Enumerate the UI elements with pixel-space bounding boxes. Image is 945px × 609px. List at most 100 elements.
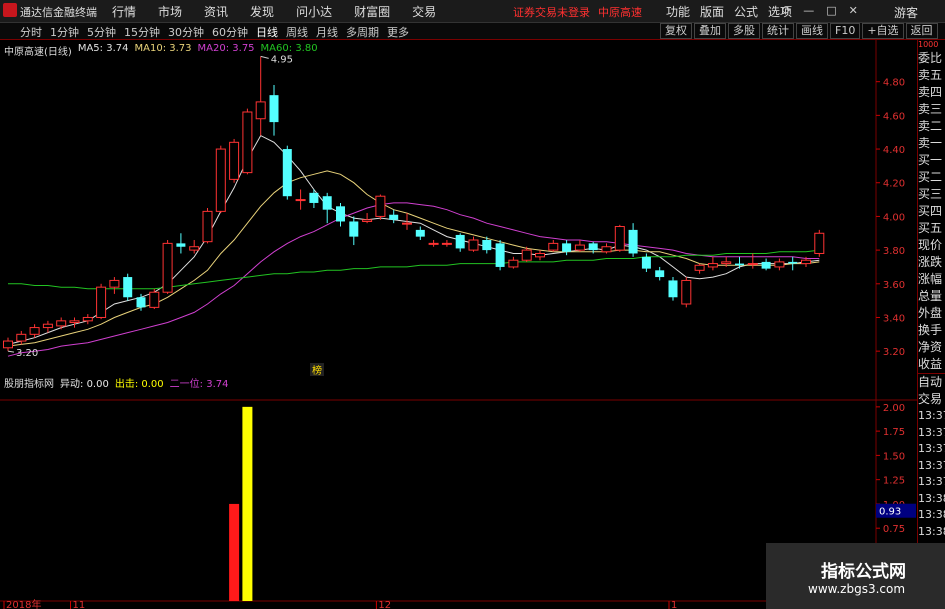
panel-label: 卖四 — [918, 85, 943, 99]
panel-label: 卖五 — [918, 68, 943, 82]
x-tick-label: 12 — [378, 600, 391, 609]
indicator-legend-item: 二一位: 3.74 — [169, 379, 229, 390]
indicator-legend-item: 出击: 0.00 — [114, 379, 164, 390]
period-tab-8[interactable]: 月线 — [316, 24, 338, 40]
ma-name: MA20 — [197, 43, 226, 54]
menu-item-1[interactable]: 市场 — [158, 3, 182, 20]
status-text-1: 中原高速 — [598, 6, 642, 19]
period-tab-7[interactable]: 周线 — [286, 24, 308, 40]
period-tab-3[interactable]: 15分钟 — [124, 24, 160, 40]
ma-value: 3.74 — [106, 43, 129, 54]
tool-button-3[interactable]: 统计 — [762, 23, 794, 39]
period-tab-0[interactable]: 分时 — [20, 24, 42, 40]
tool-button-4[interactable]: 画线 — [796, 23, 828, 39]
low-label: 3.20 — [16, 348, 38, 359]
ind-y-tick-label: 1.25 — [883, 476, 905, 487]
candle-body — [389, 214, 399, 220]
ma-value: 3.75 — [232, 43, 255, 54]
period-tab-1[interactable]: 1分钟 — [50, 24, 79, 40]
indicator-item-value: 0.00 — [141, 379, 164, 390]
panel-label: 外盘 — [918, 306, 943, 320]
candle-body — [3, 340, 13, 349]
candle-body — [681, 279, 692, 305]
candle-body — [295, 199, 306, 202]
candle-body — [428, 242, 439, 245]
tool-button-2[interactable]: 多股 — [728, 23, 760, 39]
refresh-icon[interactable]: ⟳ — [782, 4, 791, 17]
watermark-badge: 指标公式网 www.zbgs3.com — [766, 543, 945, 609]
candle-body — [641, 256, 651, 269]
ind-y-tick-label: 1.75 — [883, 427, 905, 438]
app-logo-icon — [3, 3, 17, 17]
indicator-bar — [229, 503, 240, 601]
right-menu-item-1[interactable]: 版面 — [700, 3, 724, 20]
candle-body — [801, 259, 811, 265]
period-tab-5[interactable]: 60分钟 — [212, 24, 248, 40]
menu-item-2[interactable]: 资讯 — [204, 3, 228, 20]
panel-label: 涨幅 — [918, 272, 943, 286]
candle-body — [176, 243, 186, 247]
candle-body — [721, 261, 732, 265]
panel-label: 卖二 — [918, 119, 943, 133]
candle-body — [747, 263, 758, 266]
y-tick-label: 4.00 — [883, 212, 905, 223]
period-tab-9[interactable]: 多周期 — [346, 24, 379, 40]
candle-body — [548, 242, 559, 251]
panel-top-label: 1000 — [918, 40, 939, 49]
ind-y-tick-label: 2.00 — [883, 403, 905, 414]
menu-item-5[interactable]: 财富圈 — [354, 3, 390, 20]
panel-label: 买二 — [918, 170, 943, 184]
close-icon[interactable]: ✕ — [849, 4, 858, 17]
menu-item-6[interactable]: 交易 — [412, 3, 436, 20]
panel-label: 交易 — [918, 392, 943, 406]
panel-label: 自动 — [918, 373, 945, 391]
tool-button-0[interactable]: 复权 — [660, 23, 692, 39]
period-tab-2[interactable]: 5分钟 — [87, 24, 116, 40]
main-legend: 中原高速(日线) MA5: 3.74 MA10: 3.73 MA20: 3.75 MA6… — [4, 43, 318, 58]
indicator-legend-item: 异动: 0.00 — [60, 379, 109, 390]
ma-legend-ma10: MA10: 3.73 — [134, 43, 192, 54]
candle-body — [415, 229, 425, 237]
y-tick-label: 4.80 — [883, 78, 905, 89]
guest-label[interactable]: 游客 — [894, 4, 918, 21]
tool-button-1[interactable]: 叠加 — [694, 23, 726, 39]
right-menu-item-2[interactable]: 公式 — [734, 3, 758, 20]
menu-item-0[interactable]: 行情 — [112, 3, 136, 20]
tool-button-6[interactable]: +自选 — [862, 23, 904, 39]
candle-body — [242, 111, 253, 174]
period-tab-6[interactable]: 日线 — [256, 24, 278, 40]
period-tab-4[interactable]: 30分钟 — [168, 24, 204, 40]
ma-name: MA60 — [260, 43, 289, 54]
panel-label: 涨跌 — [918, 255, 943, 269]
status-text-0: 证券交易未登录 — [513, 6, 590, 19]
y-tick-label: 4.40 — [883, 145, 905, 156]
candle-body — [735, 263, 744, 266]
candle-body — [202, 210, 213, 243]
candle-body — [761, 261, 771, 269]
candle-body — [362, 219, 373, 222]
panel-label: 13:38 — [918, 524, 945, 538]
candle-body — [402, 222, 412, 225]
candle-body — [269, 95, 279, 123]
period-tab-10[interactable]: 更多 — [387, 24, 409, 40]
tool-button-7[interactable]: 返回 — [905, 23, 938, 39]
tool-button-5[interactable]: F10 — [830, 23, 861, 39]
ma-name: MA10 — [134, 43, 163, 54]
candle-body — [814, 232, 825, 254]
candle-body — [109, 279, 120, 288]
app-title: 通达信金融终端 — [20, 6, 97, 19]
menu-item-4[interactable]: 问小达 — [296, 3, 332, 20]
right-menu-item-0[interactable]: 功能 — [666, 3, 690, 20]
panel-label: 现价 — [918, 238, 943, 252]
menu-item-3[interactable]: 发现 — [250, 3, 274, 20]
kline-chart[interactable]: 4.804.604.404.204.003.803.603.403.204.95… — [0, 40, 917, 609]
period-bar: 分时 1分钟 5分钟 15分钟 30分钟 60分钟 日线 周线 月线 多周期 更多 复权 叠加 多股 统计… — [0, 23, 945, 40]
y-tick-label: 3.80 — [883, 246, 905, 257]
candle-body — [16, 333, 27, 342]
panel-label: 卖一 — [918, 136, 943, 150]
minimize-icon[interactable]: — — [803, 4, 814, 17]
maximize-icon[interactable]: □ — [826, 4, 836, 17]
candle-body — [521, 249, 532, 261]
panel-label: 13:37 — [918, 442, 945, 455]
current-value-label: 0.93 — [879, 507, 901, 518]
